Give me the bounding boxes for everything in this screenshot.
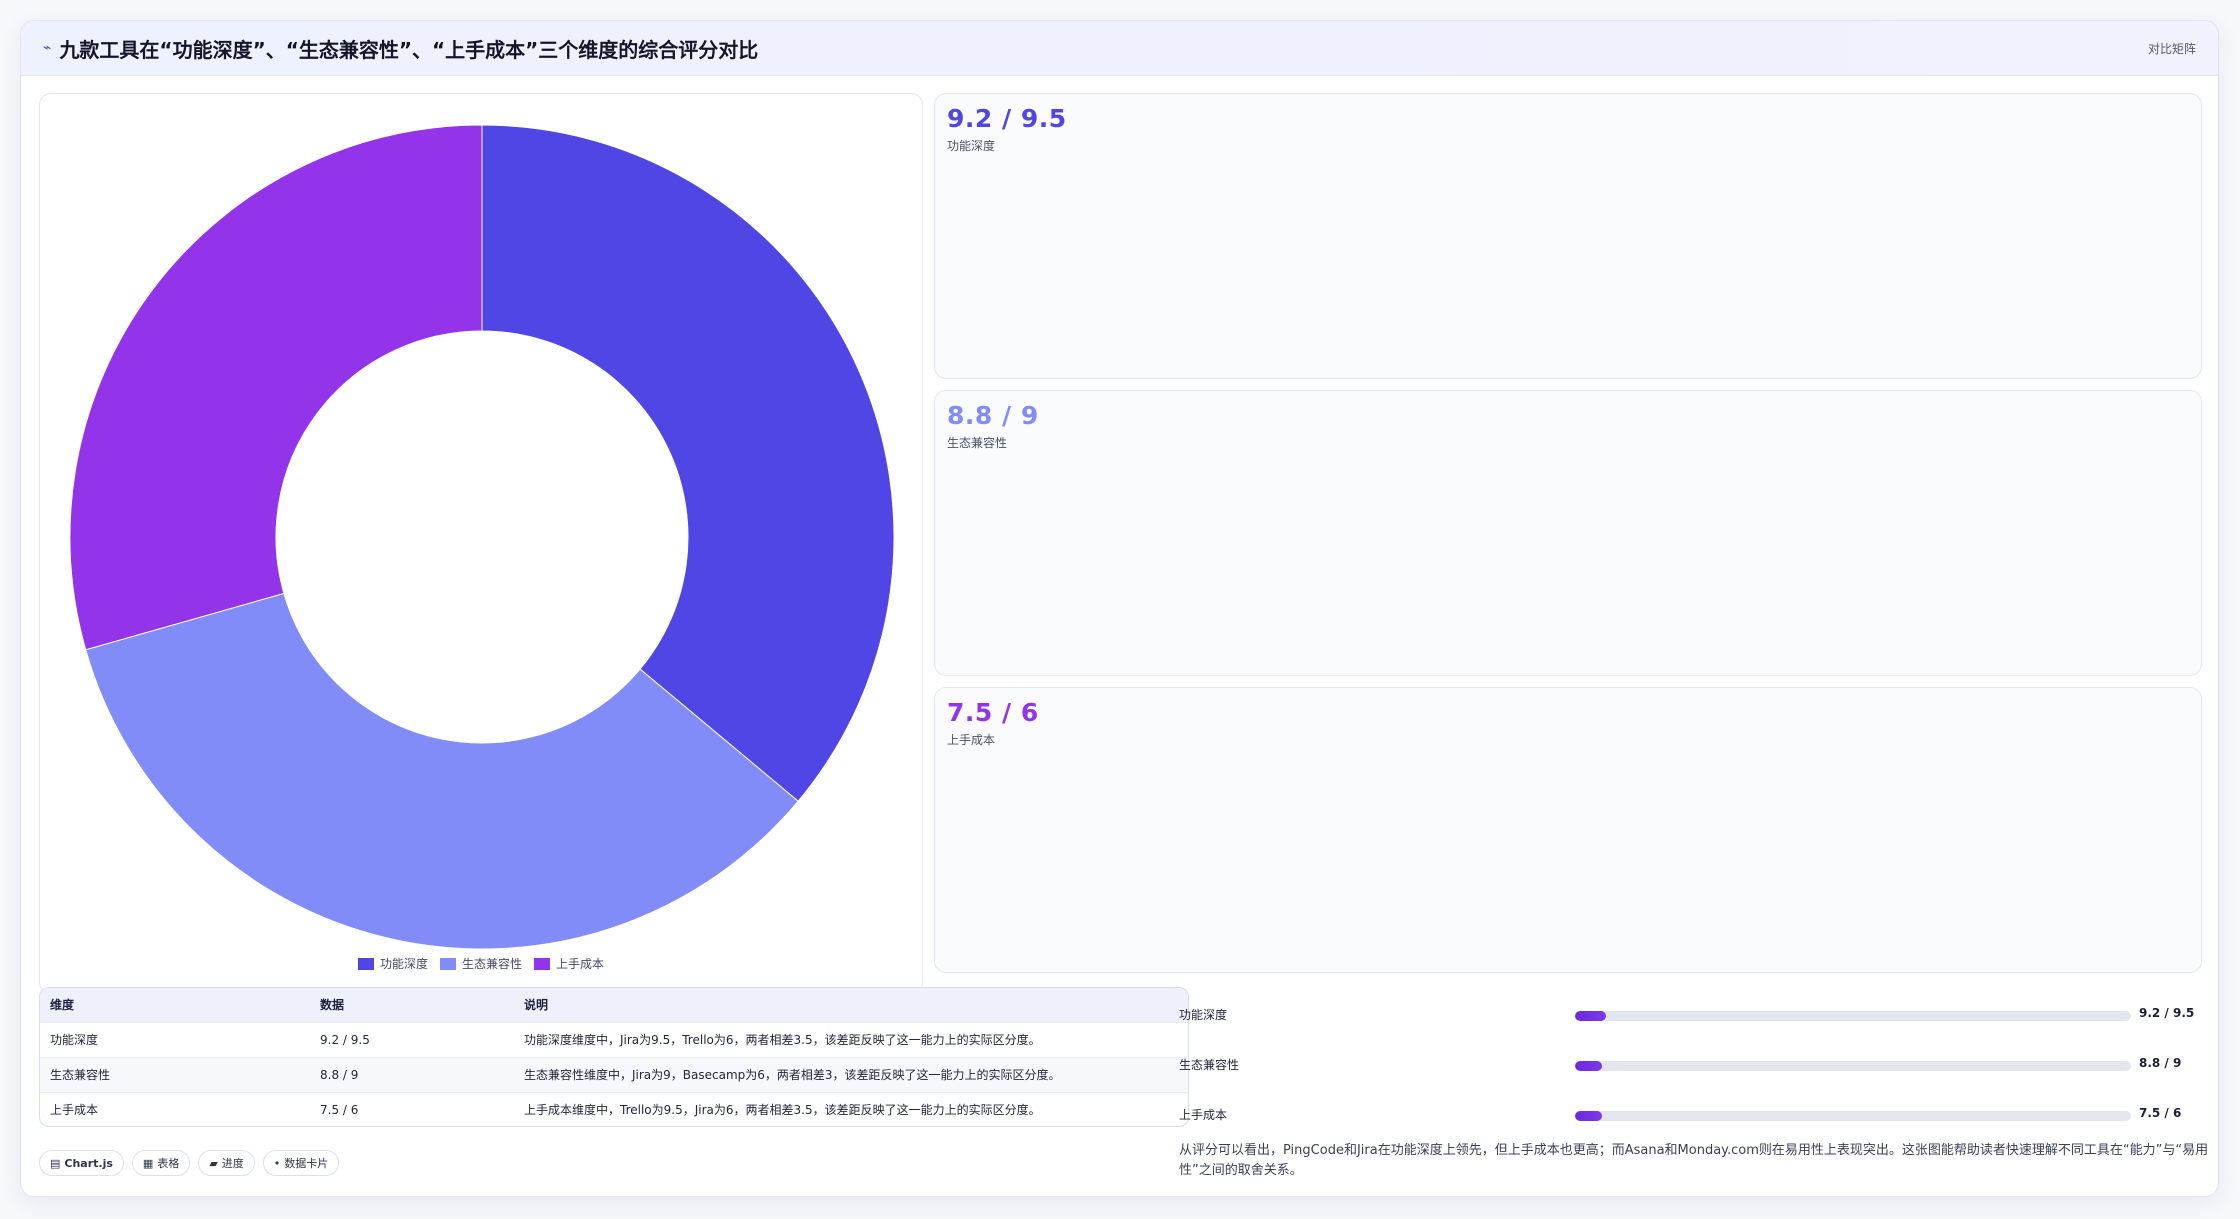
- stat-value: 8.8 / 9: [947, 401, 1039, 430]
- pill-chartjs[interactable]: ▤ Chart.js: [39, 1150, 124, 1176]
- pill-progress[interactable]: ▰ 进度: [198, 1150, 255, 1176]
- legend-item-1[interactable]: 生态兼容性: [439, 955, 522, 972]
- summary-text: 从评分可以看出，PingCode和Jira在功能深度上领先，但上手成本也更高；而…: [1179, 1143, 2209, 1178]
- dot-icon: •: [273, 1156, 281, 1170]
- table-cell: 9.2 / 9.5: [310, 1021, 514, 1057]
- table-icon: ▦: [142, 1156, 154, 1170]
- legend-swatch: [534, 957, 550, 970]
- table-cell: 生态兼容性: [40, 1056, 310, 1092]
- chart-line-icon: ⌁: [43, 40, 52, 56]
- progress-list: 功能深度 9.2 / 9.5 生态兼容性 8.8 / 9 上手成本 7.5 / …: [1179, 998, 2209, 1148]
- progress-fill: [1575, 1111, 1602, 1121]
- legend-label: 上手成本: [556, 957, 605, 971]
- progress-track: [1575, 1061, 2131, 1071]
- page-title: 九款工具在“功能深度”、“生态兼容性”、“上手成本”三个维度的综合评分对比: [59, 37, 759, 62]
- progress-track: [1575, 1011, 2131, 1021]
- progress-value: 8.8 / 9: [2139, 1056, 2182, 1070]
- table-cell: 上手成本维度中，Trello为9.5，Jira为6，两者相差3.5，该差距反映了…: [514, 1091, 1188, 1126]
- table-header-row: 维度 数据 说明: [40, 988, 1188, 1022]
- pill-label: 进度: [221, 1157, 244, 1170]
- legend-item-0[interactable]: 功能深度: [357, 955, 428, 972]
- progress-row: 生态兼容性 8.8 / 9: [1179, 1048, 2209, 1098]
- legend-label: 生态兼容性: [461, 957, 522, 971]
- stat-value: 7.5 / 6: [947, 698, 1039, 727]
- view-tag[interactable]: 对比矩阵: [2148, 40, 2196, 57]
- table-cell: 生态兼容性维度中，Jira为9，Basecamp为6，两者相差3，该差距反映了这…: [514, 1056, 1188, 1092]
- table-cell: 功能深度维度中，Jira为9.5，Trello为6，两者相差3.5，该差距反映了…: [514, 1021, 1188, 1057]
- progress-label: 功能深度: [1179, 1008, 1228, 1022]
- stat-label: 生态兼容性: [947, 436, 1008, 450]
- tech-pill-row: ▤ Chart.js ▦ 表格 ▰ 进度 • 数据卡片: [39, 1150, 340, 1176]
- table-row: 生态兼容性 8.8 / 9 生态兼容性维度中，Jira为9，Basecamp为6…: [40, 1056, 1188, 1092]
- stat-card-feature-depth: 9.2 / 9.5 功能深度: [934, 93, 2202, 379]
- legend-label: 功能深度: [379, 957, 428, 971]
- stat-card-ecosystem: 8.8 / 9 生态兼容性: [934, 390, 2202, 676]
- stat-label: 功能深度: [947, 139, 996, 153]
- table-cell: 功能深度: [40, 1021, 310, 1057]
- pill-label: 数据卡片: [284, 1157, 329, 1170]
- pill-data-card[interactable]: • 数据卡片: [262, 1150, 340, 1176]
- progress-track: [1575, 1111, 2131, 1121]
- donut-slice-0[interactable]: [481, 124, 895, 802]
- pill-label: Chart.js: [64, 1156, 113, 1170]
- progress-fill: [1575, 1061, 1602, 1071]
- progress-label: 上手成本: [1179, 1108, 1228, 1122]
- donut-slice-2[interactable]: [69, 124, 483, 651]
- table-cell: 7.5 / 6: [310, 1091, 514, 1126]
- legend-item-2[interactable]: 上手成本: [534, 955, 604, 972]
- donut-chart: [69, 124, 895, 950]
- grid-icon: ▤: [50, 1156, 61, 1170]
- progress-label: 生态兼容性: [1179, 1058, 1240, 1072]
- table-cell: 上手成本: [40, 1091, 310, 1126]
- column-header: 维度: [40, 988, 310, 1022]
- dashboard-card: ⌁ 九款工具在“功能深度”、“生态兼容性”、“上手成本”三个维度的综合评分对比 …: [20, 20, 2219, 1197]
- pill-table[interactable]: ▦ 表格: [131, 1150, 191, 1176]
- donut-chart-panel: 功能深度 生态兼容性 上手成本: [39, 93, 923, 994]
- progress-icon: ▰: [209, 1156, 218, 1170]
- progress-row: 功能深度 9.2 / 9.5: [1179, 998, 2209, 1048]
- column-header: 数据: [310, 988, 514, 1022]
- progress-fill: [1575, 1011, 1606, 1021]
- stat-value: 9.2 / 9.5: [947, 104, 1067, 133]
- table-row: 上手成本 7.5 / 6 上手成本维度中，Trello为9.5，Jira为6，两…: [40, 1091, 1188, 1126]
- legend-swatch: [357, 957, 374, 970]
- progress-value: 7.5 / 6: [2139, 1106, 2182, 1120]
- stat-card-learning-cost: 7.5 / 6 上手成本: [934, 687, 2202, 973]
- stat-label: 上手成本: [947, 733, 996, 747]
- card-header: ⌁ 九款工具在“功能深度”、“生态兼容性”、“上手成本”三个维度的综合评分对比 …: [21, 21, 2218, 76]
- chart-legend: 功能深度 生态兼容性 上手成本: [40, 955, 922, 972]
- table-row: 功能深度 9.2 / 9.5 功能深度维度中，Jira为9.5，Trello为6…: [40, 1021, 1188, 1057]
- pill-label: 表格: [157, 1157, 180, 1170]
- progress-value: 9.2 / 9.5: [2139, 1006, 2195, 1020]
- data-table: 维度 数据 说明 功能深度 9.2 / 9.5 功能深度维度中，Jira为9.5…: [39, 987, 1189, 1127]
- table-cell: 8.8 / 9: [310, 1056, 514, 1092]
- legend-swatch: [439, 957, 456, 970]
- column-header: 说明: [514, 988, 1188, 1022]
